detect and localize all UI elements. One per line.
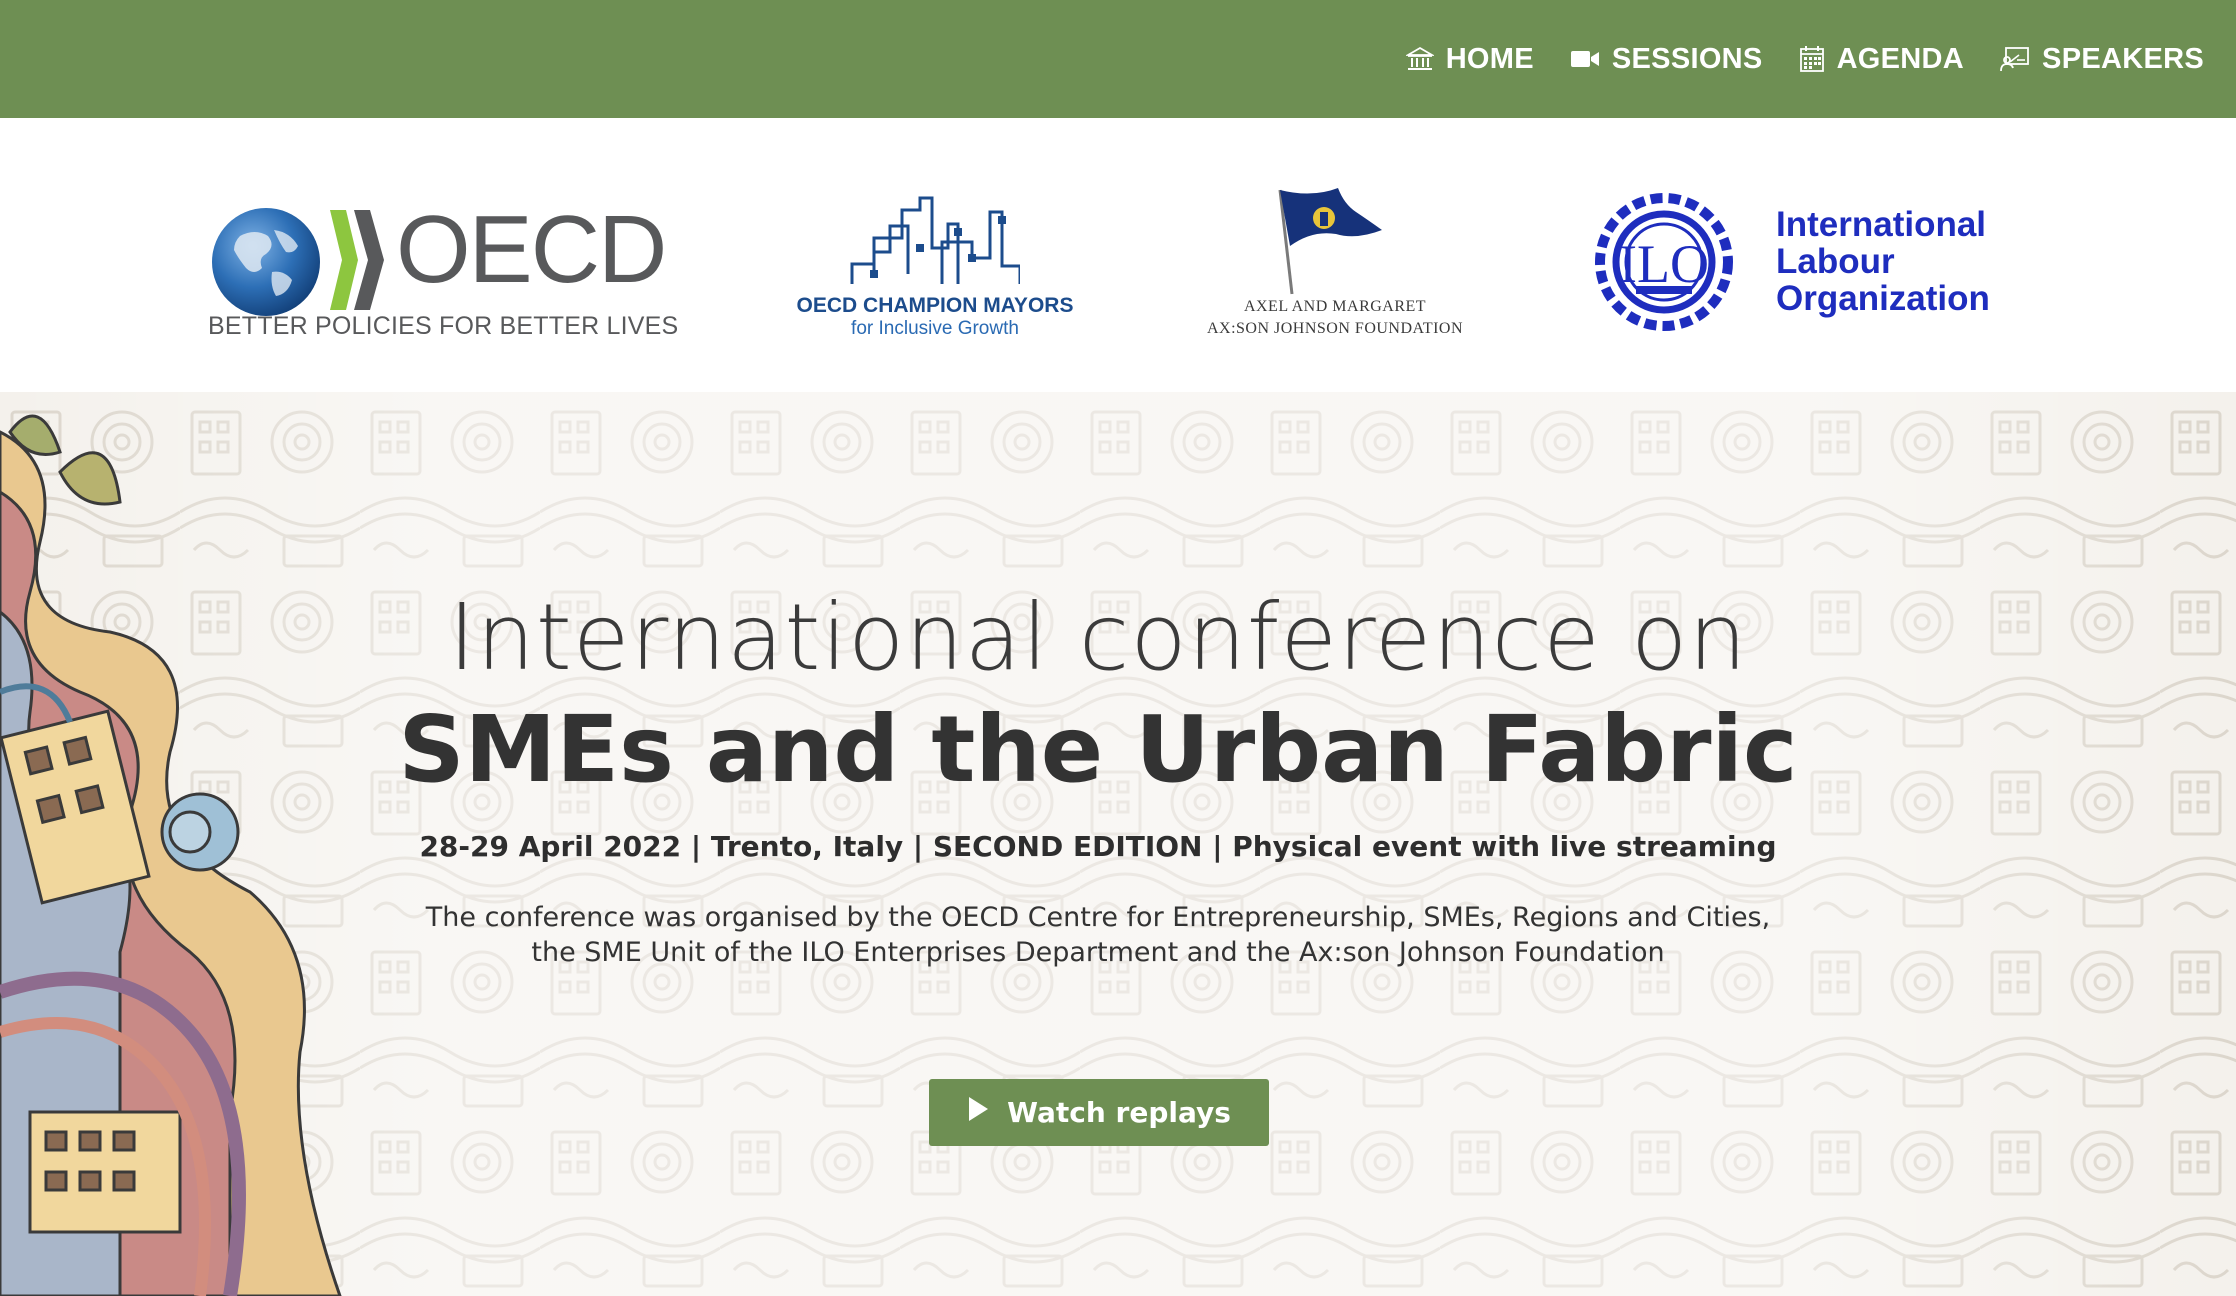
play-icon: [967, 1096, 989, 1129]
hero-description-line-2: the SME Unit of the ILO Enterprises Depa…: [531, 937, 1665, 968]
hero-event-details: 28-29 April 2022 | Trento, Italy | SECON…: [419, 830, 1777, 863]
nav-sessions[interactable]: SESSIONS: [1570, 43, 1763, 76]
nav-home-label: HOME: [1445, 42, 1534, 75]
main-nav: HOME SESSIONS AGENDA SPEAKERS: [1405, 0, 2204, 118]
hero-title-line-1: International conference on: [448, 584, 1748, 691]
ilo-emblem-icon: ILO: [1595, 193, 1733, 331]
city-skyline-icon: [850, 196, 1020, 284]
ilo-name-line-3: Organization: [1776, 279, 1990, 318]
hero-description-line-1: The conference was organised by the OECD…: [425, 902, 1771, 933]
video-camera-icon: [1570, 48, 1600, 70]
nav-home[interactable]: HOME: [1405, 42, 1534, 76]
ilo-emblem-text: ILO: [1619, 234, 1709, 294]
top-navigation-bar: HOME SESSIONS AGENDA SPEAKERS: [0, 0, 2236, 118]
partner-logos-band: OECD BETTER POLICIES FOR BETTER LIVES OE…: [0, 118, 2236, 392]
mayors-subtitle: for Inclusive Growth: [851, 318, 1019, 339]
oecd-chevron-mark: [330, 210, 384, 310]
mayors-title: OECD CHAMPION MAYORS: [796, 294, 1074, 317]
axson-line-2: AX:SON JOHNSON FOUNDATION: [1206, 320, 1464, 337]
axson-johnson-logo[interactable]: AXEL AND MARGARET AX:SON JOHNSON FOUNDAT…: [1200, 184, 1470, 344]
flag-icon: [1278, 188, 1382, 295]
oecd-tagline: BETTER POLICIES FOR BETTER LIVES: [208, 312, 679, 340]
nav-agenda-label: AGENDA: [1836, 42, 1965, 75]
ilo-logo[interactable]: ILO International Labour Organization: [1578, 190, 1998, 340]
nav-sessions-label: SESSIONS: [1611, 42, 1763, 75]
globe-icon: [212, 208, 320, 316]
oecd-wordmark: OECD: [396, 196, 667, 303]
nav-speakers-label: SPEAKERS: [2042, 42, 2204, 75]
presenter-icon: [2000, 46, 2030, 72]
champion-mayors-logo[interactable]: OECD CHAMPION MAYORS for Inclusive Growt…: [795, 188, 1075, 348]
ilo-name-line-2: Labour: [1776, 242, 1895, 281]
hero-description: The conference was organised by the OECD…: [0, 900, 2196, 970]
ilo-name: International Labour Organization: [1776, 206, 1990, 317]
nav-speakers[interactable]: SPEAKERS: [2000, 43, 2204, 76]
ilo-name-line-1: International: [1776, 205, 1987, 244]
calendar-icon: [1799, 45, 1825, 73]
hero-title-line-2: SMEs and the Urban Fabric: [398, 696, 1798, 803]
nav-agenda[interactable]: AGENDA: [1799, 43, 1964, 76]
watch-replays-button[interactable]: Watch replays: [929, 1079, 1269, 1146]
bank-icon: [1405, 46, 1434, 72]
axson-line-1: AXEL AND MARGARET: [1243, 298, 1427, 315]
hero-section: International conference on SMEs and the…: [0, 392, 2236, 1296]
watch-replays-label: Watch replays: [1007, 1096, 1231, 1129]
oecd-logo[interactable]: OECD BETTER POLICIES FOR BETTER LIVES: [208, 190, 680, 341]
